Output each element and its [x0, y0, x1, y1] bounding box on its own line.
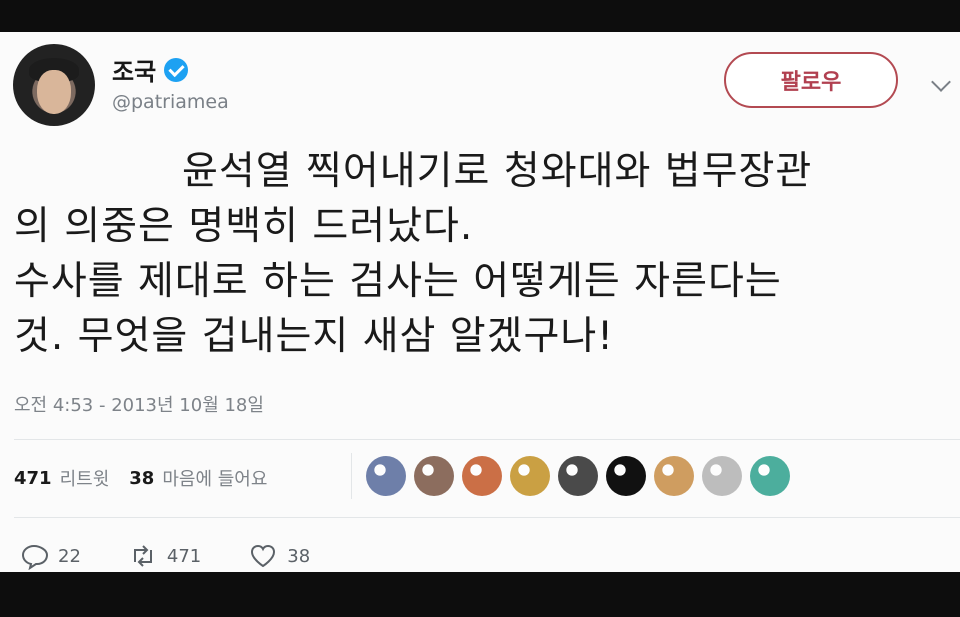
follow-button[interactable]: 팔로우 [724, 52, 898, 108]
liker-avatar[interactable] [654, 456, 694, 496]
reply-icon [21, 544, 48, 570]
tweet-line-4: 것. 무엇을 겁내는지 새삼 알겠구나! [14, 314, 614, 359]
liker-avatar[interactable] [606, 456, 646, 496]
handle[interactable]: @patriamea [112, 91, 229, 113]
chevron-down-icon[interactable] [931, 72, 951, 92]
avatar[interactable] [13, 44, 95, 126]
reply-action[interactable]: 22 [20, 542, 81, 570]
divider-bottom [14, 517, 960, 518]
liker-avatar[interactable] [702, 456, 742, 496]
verified-badge-icon [164, 57, 189, 82]
liker-avatars [366, 456, 790, 496]
retweet-icon [133, 545, 152, 567]
retweet-action[interactable]: 471 [129, 542, 201, 570]
liker-avatar[interactable] [750, 456, 790, 496]
tweet-line-3: 수사를 제대로 하는 검사는 어떻게든 자른다는 [14, 259, 782, 304]
reply-count: 22 [58, 545, 81, 567]
timestamp[interactable]: 오전 4:53 - 2013년 10월 18일 [14, 391, 264, 417]
stats-separator [351, 453, 352, 499]
like-action[interactable]: 38 [249, 542, 310, 570]
liker-avatar[interactable] [366, 456, 406, 496]
retweet-count: 471 [166, 545, 202, 567]
like-stat-label[interactable]: 마음에 들어요 [162, 465, 267, 491]
tweet-line-1: 윤석열 찍어내기로 청와대와 법무장관 [182, 149, 813, 194]
divider-top [14, 439, 960, 440]
heart-icon [251, 544, 276, 568]
display-name[interactable]: 조국 [112, 52, 156, 87]
tweet-line-2: 의 의중은 명백히 드러났다. [14, 204, 474, 249]
avatar-face [37, 70, 71, 114]
liker-avatar[interactable] [558, 456, 598, 496]
liker-avatar[interactable] [414, 456, 454, 496]
like-count: 38 [287, 545, 311, 567]
liker-avatar[interactable] [510, 456, 550, 496]
liker-avatar[interactable] [462, 456, 502, 496]
action-bar: 22 471 38 [20, 542, 358, 570]
tweet-text: 윤석열 찍어내기로 청와대와 법무장관 의 의중은 명백히 드러났다. 수사를 … [14, 144, 954, 364]
retweet-stat-count[interactable]: 471 [14, 468, 52, 489]
tweet-card: 조국 @patriamea 팔로우 윤석열 찍어내기로 청와대와 법무장관 의 … [0, 32, 960, 572]
name-row: 조국 [112, 52, 189, 87]
stats-row: 471 리트윗 38 마음에 들어요 [14, 465, 279, 491]
like-stat-count[interactable]: 38 [129, 468, 154, 489]
retweet-stat-label[interactable]: 리트윗 [60, 465, 110, 491]
